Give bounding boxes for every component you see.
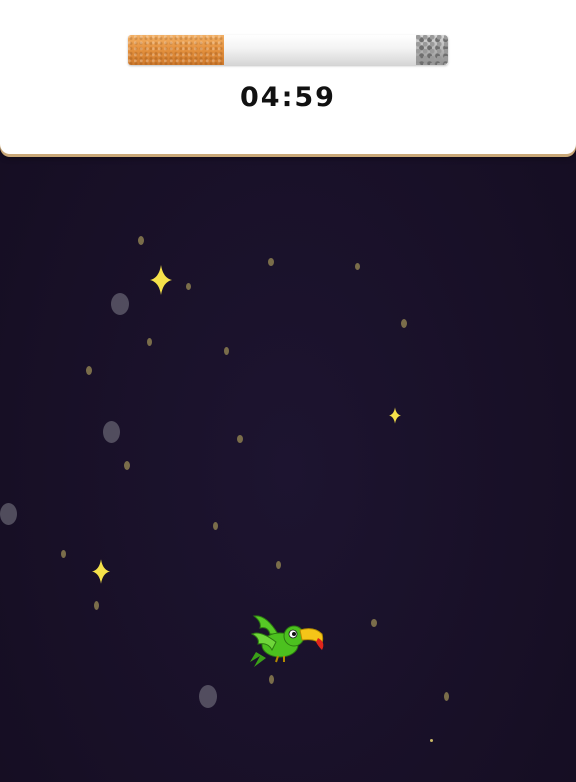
dust-particle — [147, 338, 152, 346]
dust-particle — [355, 263, 360, 270]
dust-particle — [124, 461, 130, 470]
dust-particle — [61, 550, 66, 558]
dust-particle — [444, 692, 449, 701]
dust-particle — [269, 675, 274, 684]
cigarette-paper — [224, 35, 416, 65]
dust-particle — [86, 366, 92, 375]
dust-particle — [213, 522, 218, 530]
dust-particle — [224, 347, 229, 355]
cigarette-timer-bar — [128, 35, 448, 65]
cigarette-ash — [416, 35, 448, 65]
dust-particle — [186, 283, 191, 290]
bubble — [111, 293, 129, 315]
sparkle-icon — [92, 559, 110, 584]
dust-particle — [430, 739, 433, 742]
dust-particle — [138, 236, 144, 245]
bubble — [103, 421, 120, 443]
bubble — [199, 685, 217, 708]
dust-particle — [237, 435, 243, 443]
dust-particle — [268, 258, 274, 266]
timer-panel: 04:59 — [0, 0, 576, 154]
sparkle-icon — [389, 407, 401, 424]
timer-text: 04:59 — [240, 82, 336, 113]
dust-particle — [276, 561, 281, 569]
dust-particle — [371, 619, 377, 627]
bubble — [0, 503, 17, 525]
dust-particle — [94, 601, 99, 610]
sparkle-icon — [150, 265, 172, 295]
cigarette-filter — [128, 35, 224, 65]
dust-particle — [401, 319, 407, 328]
parrot-icon[interactable] — [248, 612, 328, 668]
